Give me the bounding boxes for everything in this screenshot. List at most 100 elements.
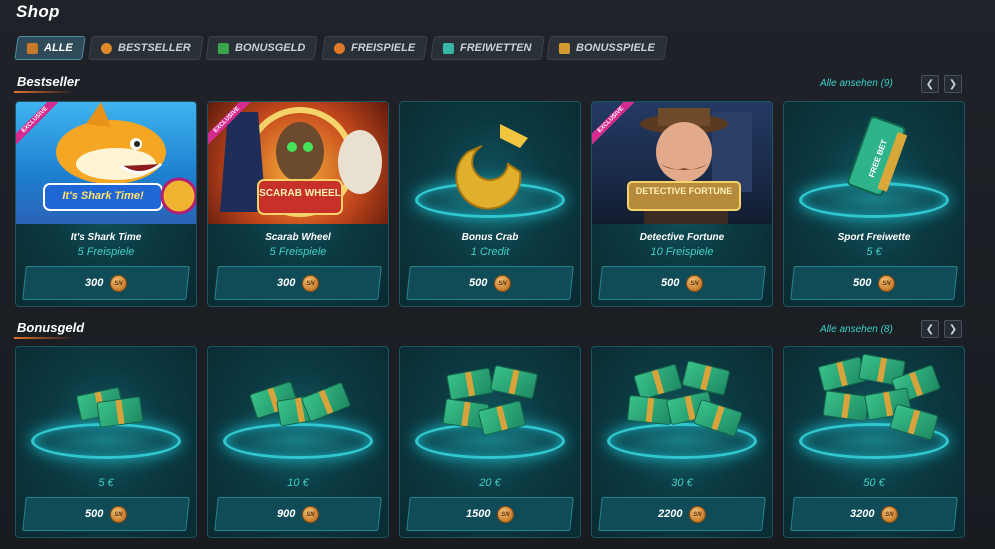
tab-label: BONUSSPIELE: [576, 42, 656, 54]
tab-freiwetten[interactable]: FREIWETTEN: [430, 36, 545, 60]
card-name: Bonus Crab: [461, 232, 519, 243]
product-card[interactable]: 5 € 500 SN: [15, 346, 197, 538]
coin-icon: SN: [496, 505, 514, 523]
page-title: Shop: [16, 2, 60, 21]
chevron-left-icon: ❮: [925, 323, 935, 335]
section-underline: [14, 337, 74, 339]
tab-bestseller[interactable]: BESTSELLER: [88, 36, 204, 60]
card-name: Scarab Wheel: [265, 232, 331, 243]
card-sub: 5 €: [866, 246, 882, 258]
card-sub: 10 €: [287, 477, 309, 489]
bestseller-cards: It's Shark Time! EXCLUSIVE It's Shark Ti…: [15, 101, 965, 307]
price: 500: [661, 277, 680, 289]
money-stack-icon: [822, 390, 870, 422]
money-stack-icon: [446, 367, 494, 401]
product-card[interactable]: FREE BET Sport Freiwette 5 € 500 SN: [783, 101, 965, 307]
product-card[interactable]: Bonus Crab 1 Credit 500 SN: [399, 101, 581, 307]
buy-button[interactable]: 2200 SN: [598, 497, 766, 531]
card-sub: 50 €: [863, 477, 885, 489]
section-title-bonusgeld: Bonusgeld: [17, 320, 85, 335]
buy-button[interactable]: 3200 SN: [790, 497, 958, 531]
buy-button[interactable]: 500 SN: [790, 266, 958, 300]
product-card[interactable]: 20 € 1500 SN: [399, 346, 581, 538]
price: 500: [853, 277, 872, 289]
price: 500: [469, 277, 488, 289]
tab-bonusgeld[interactable]: BONUSGELD: [205, 36, 319, 60]
chevron-left-icon: ❮: [925, 78, 935, 90]
product-card[interactable]: 50 € 3200 SN: [783, 346, 965, 538]
money-icon: [218, 42, 230, 54]
chevron-right-icon: ❯: [948, 78, 958, 90]
tab-label: BONUSGELD: [235, 42, 306, 54]
game-icon: [559, 42, 571, 54]
tab-label: BESTSELLER: [117, 42, 191, 54]
game-thumbnail: SCARAB WHEEL: [208, 102, 388, 224]
section-underline: [14, 91, 74, 93]
crab-coin-icon: [455, 124, 528, 210]
buy-button[interactable]: 500 SN: [406, 266, 574, 300]
tab-label: FREIWETTEN: [459, 42, 532, 54]
card-sub: 5 Freispiele: [269, 246, 327, 258]
card-sub: 5 Freispiele: [77, 246, 135, 258]
scarab-illustration: [220, 107, 382, 217]
next-button[interactable]: ❯: [944, 75, 962, 93]
card-name: It's Shark Time: [70, 232, 142, 243]
card-sub: 20 €: [479, 477, 501, 489]
price: 500: [85, 508, 104, 520]
coin-icon: [100, 42, 112, 54]
price: 2200: [658, 508, 683, 520]
prev-button[interactable]: ❮: [921, 75, 939, 93]
price: 3200: [850, 508, 875, 520]
product-card[interactable]: 30 € 2200 SN: [591, 346, 773, 538]
see-all-link-bonusgeld[interactable]: Alle ansehen (8): [820, 324, 893, 335]
platform-glow: [31, 423, 181, 459]
category-tabs: ALLE BESTSELLER BONUSGELD FREISPIELE FRE…: [14, 36, 668, 60]
tab-alle[interactable]: ALLE: [14, 36, 86, 60]
price: 900: [277, 508, 296, 520]
coin-icon: SN: [877, 274, 895, 292]
coin-icon: SN: [109, 274, 127, 292]
section-title-bestseller: Bestseller: [17, 74, 80, 89]
coin-icon: SN: [685, 274, 703, 292]
price: 300: [85, 277, 104, 289]
card-name: Detective Fortune: [639, 232, 725, 243]
money-stack-icon: [96, 396, 144, 428]
money-stack-icon: [300, 381, 352, 423]
product-card[interactable]: SCARAB WHEEL EXCLUSIVE Scarab Wheel 5 Fr…: [207, 101, 389, 307]
coin-icon: SN: [493, 274, 511, 292]
card-name: Sport Freiwette: [837, 232, 911, 243]
spin-icon: [333, 42, 345, 54]
card-sub: 30 €: [671, 477, 693, 489]
platform-glow: [223, 423, 373, 459]
coin-icon: SN: [688, 505, 706, 523]
buy-button[interactable]: 300 SN: [214, 266, 382, 300]
price: 300: [277, 277, 296, 289]
buy-button[interactable]: 500 SN: [22, 497, 190, 531]
buy-button[interactable]: 300 SN: [22, 266, 190, 300]
product-card[interactable]: It's Shark Time! EXCLUSIVE It's Shark Ti…: [15, 101, 197, 307]
next-button[interactable]: ❯: [944, 320, 962, 338]
game-thumbnail: DETECTIVE FORTUNE: [592, 102, 772, 224]
art-title: SCARAB WHEEL: [259, 188, 341, 199]
buy-button[interactable]: 500 SN: [598, 266, 766, 300]
buy-button[interactable]: 900 SN: [214, 497, 382, 531]
tab-bonusspiele[interactable]: BONUSSPIELE: [546, 36, 668, 60]
game-thumbnail: It's Shark Time!: [16, 102, 196, 224]
art-title: It's Shark Time!: [62, 190, 144, 202]
see-all-link-bestseller[interactable]: Alle ansehen (9): [820, 78, 893, 89]
buy-button[interactable]: 1500 SN: [406, 497, 574, 531]
price: 1500: [466, 508, 491, 520]
art-title: DETECTIVE FORTUNE: [635, 186, 733, 196]
card-sub: 5 €: [98, 477, 114, 489]
money-stack-icon: [489, 364, 539, 400]
card-sub: 10 Freispiele: [650, 246, 714, 258]
prev-button[interactable]: ❮: [921, 320, 939, 338]
product-card[interactable]: DETECTIVE FORTUNE EXCLUSIVE Detective Fo…: [591, 101, 773, 307]
coin-icon: SN: [880, 505, 898, 523]
card-sub: 1 Credit: [470, 246, 510, 258]
tab-label: FREISPIELE: [350, 42, 415, 54]
coin-icon: SN: [301, 274, 319, 292]
tab-label: ALLE: [44, 42, 73, 54]
product-card[interactable]: 10 € 900 SN: [207, 346, 389, 538]
tab-freispiele[interactable]: FREISPIELE: [321, 36, 428, 60]
